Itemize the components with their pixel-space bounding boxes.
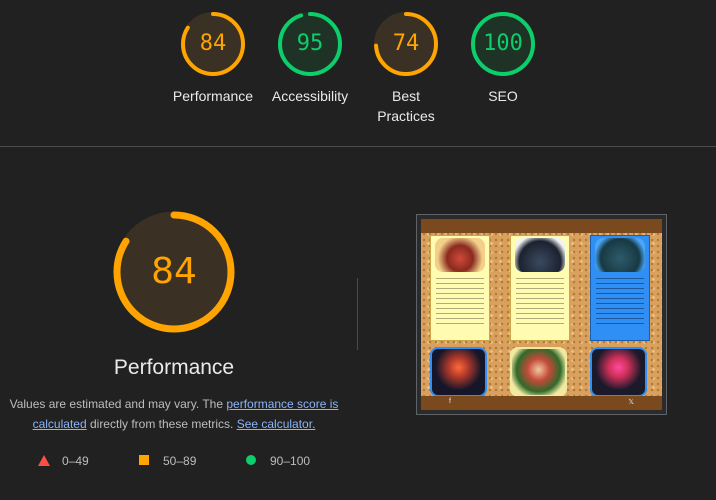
category-gauges: 84 Performance 95 Accessibility 74 Best … xyxy=(0,0,716,146)
card-image xyxy=(595,238,645,272)
screenshot-header xyxy=(421,219,662,233)
card-text xyxy=(516,278,564,328)
screenshot-tile xyxy=(590,347,647,397)
gauge-performance[interactable]: 84 Performance xyxy=(163,10,263,106)
gauge-accessibility[interactable]: 95 Accessibility xyxy=(260,10,360,106)
legend-range: 0–49 xyxy=(62,454,89,468)
square-icon xyxy=(139,455,149,465)
gauge-score: 95 xyxy=(296,31,324,56)
gauge-label: Accessibility xyxy=(271,88,349,104)
screenshot-tile xyxy=(510,347,567,397)
circle-icon xyxy=(246,455,256,465)
facebook-icon: f xyxy=(449,398,451,405)
gauge-label-text: Best Practices xyxy=(377,88,435,124)
legend-range: 50–89 xyxy=(163,454,197,468)
gauge-seo[interactable]: 100 SEO xyxy=(453,10,553,106)
performance-title: Performance xyxy=(113,356,235,379)
score-legend: 0–49 50–89 90–100 xyxy=(0,452,360,470)
screenshot-tile xyxy=(430,347,487,397)
performance-score: 84 xyxy=(151,251,197,292)
screenshot-card xyxy=(510,235,570,341)
x-icon: 𝕏 xyxy=(628,399,634,406)
gauge-best-practices[interactable]: 74 Best Practices xyxy=(356,10,456,126)
gauge-label: SEO xyxy=(488,88,518,104)
gauge-score: 100 xyxy=(483,31,523,56)
see-calculator-link[interactable]: See calculator. xyxy=(237,417,316,431)
screenshot-footer: f 𝕏 xyxy=(421,396,662,410)
screenshot-card xyxy=(430,235,490,341)
card-text xyxy=(596,278,644,328)
legend-range: 90–100 xyxy=(270,454,311,468)
card-image xyxy=(435,238,485,272)
screenshot-image: f 𝕏 xyxy=(421,219,662,410)
screenshot-card xyxy=(590,235,650,341)
desc-prefix: Values are estimated and may vary. The xyxy=(9,397,227,411)
gauge-label: Best Practices xyxy=(366,86,446,126)
desc-middle: directly from these metrics. xyxy=(86,417,237,431)
performance-gauge: 84 xyxy=(108,206,240,338)
performance-description: Values are estimated and may vary. The p… xyxy=(8,394,340,434)
gauge-label: Performance xyxy=(172,88,254,104)
final-screenshot[interactable]: f 𝕏 xyxy=(416,214,667,415)
triangle-icon xyxy=(38,455,50,466)
card-text xyxy=(436,278,484,328)
gauge-score: 74 xyxy=(392,31,420,56)
section-divider xyxy=(0,146,716,147)
vertical-divider xyxy=(357,278,358,350)
gauge-score: 84 xyxy=(199,31,227,56)
card-image xyxy=(515,238,565,272)
